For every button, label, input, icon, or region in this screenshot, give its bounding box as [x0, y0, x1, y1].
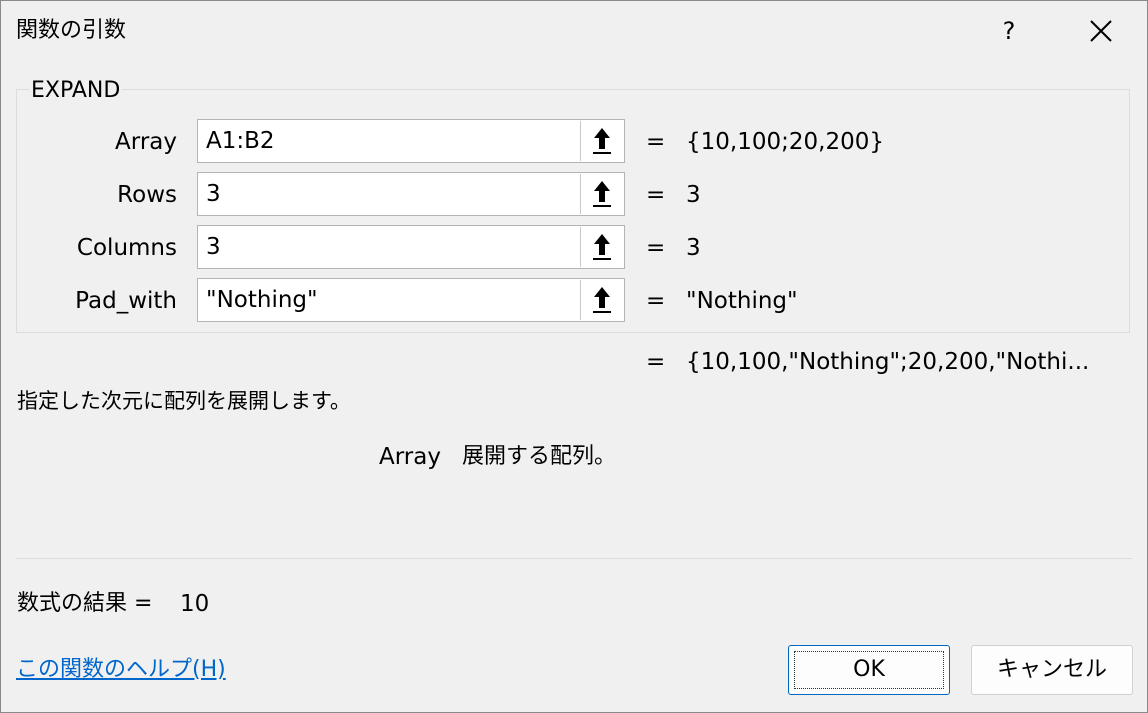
title-bar: 関数の引数 ?	[1, 1, 1147, 61]
arg-description-text: 展開する配列。	[462, 444, 617, 469]
formula-result-label: 数式の結果 =	[17, 591, 153, 616]
formula-result-value: 10	[180, 591, 210, 617]
arg-label-columns: Columns	[76, 235, 177, 261]
close-button[interactable]	[1079, 13, 1123, 49]
arg-label-pad-with: Pad_with	[75, 288, 177, 314]
collapse-arrow-icon	[593, 181, 611, 207]
rows-input[interactable]: 3	[197, 172, 625, 216]
array-input-value: A1:B2	[206, 128, 275, 154]
help-button[interactable]: ?	[991, 13, 1027, 49]
ok-button[interactable]: OK	[788, 645, 950, 695]
equals-sign: =	[646, 288, 666, 314]
function-help-link[interactable]: この関数のヘルプ(H)	[16, 655, 226, 685]
function-arguments-dialog: 関数の引数 ? EXPAND Array A1:B2 = {10,100;20,…	[0, 0, 1148, 713]
pad-with-ref-button[interactable]	[580, 280, 623, 320]
arg-label-array: Array	[115, 129, 177, 155]
array-ref-button[interactable]	[580, 121, 623, 161]
collapse-arrow-icon	[593, 287, 611, 313]
divider	[16, 558, 1132, 559]
close-icon	[1090, 20, 1112, 42]
rows-ref-button[interactable]	[580, 174, 623, 214]
formula-preview-value: {10,100,"Nothing";20,200,"Nothi...	[686, 349, 1090, 375]
equals-sign: =	[646, 182, 666, 208]
array-input[interactable]: A1:B2	[197, 119, 625, 163]
arg-description-name: Array	[379, 444, 441, 470]
arg-label-rows: Rows	[117, 182, 177, 208]
columns-input-value: 3	[206, 234, 221, 260]
rows-input-value: 3	[206, 181, 221, 207]
arg-value-columns: 3	[686, 235, 701, 261]
function-name: EXPAND	[29, 77, 123, 105]
window-title: 関数の引数	[16, 18, 127, 43]
collapse-arrow-icon	[593, 128, 611, 154]
pad-with-input[interactable]: "Nothing"	[197, 278, 625, 322]
pad-with-input-value: "Nothing"	[206, 287, 318, 313]
cancel-button[interactable]: キャンセル	[971, 645, 1133, 695]
arg-value-array: {10,100;20,200}	[686, 129, 884, 155]
focus-ring	[794, 651, 944, 689]
equals-sign: =	[646, 129, 666, 155]
columns-ref-button[interactable]	[580, 227, 623, 267]
arg-value-pad-with: "Nothing"	[686, 288, 798, 314]
collapse-arrow-icon	[593, 234, 611, 260]
function-description: 指定した次元に配列を展開します。	[17, 389, 351, 413]
equals-sign: =	[646, 349, 666, 375]
equals-sign: =	[646, 235, 666, 261]
arg-value-rows: 3	[686, 182, 701, 208]
columns-input[interactable]: 3	[197, 225, 625, 269]
